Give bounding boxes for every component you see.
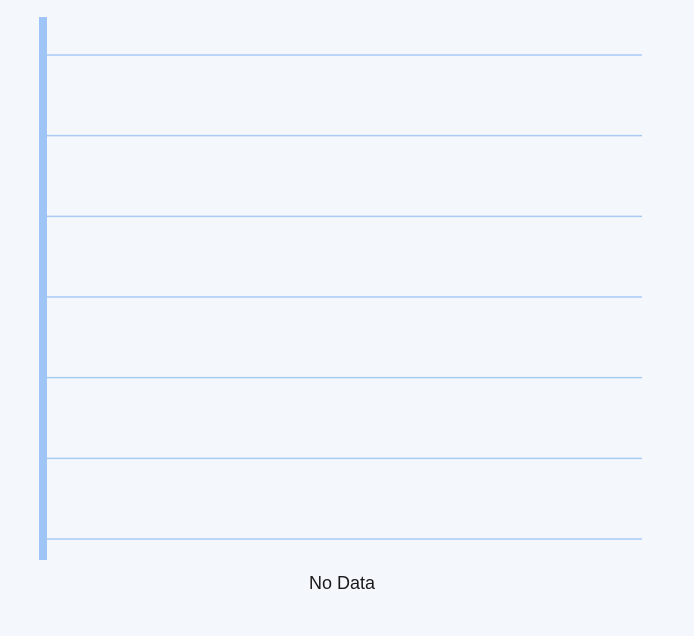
gridlines [43,54,642,540]
y-axis [39,17,47,560]
chart-plot [39,17,642,560]
chart-container: No Data [0,0,694,636]
empty-state-message: No Data [308,573,376,593]
